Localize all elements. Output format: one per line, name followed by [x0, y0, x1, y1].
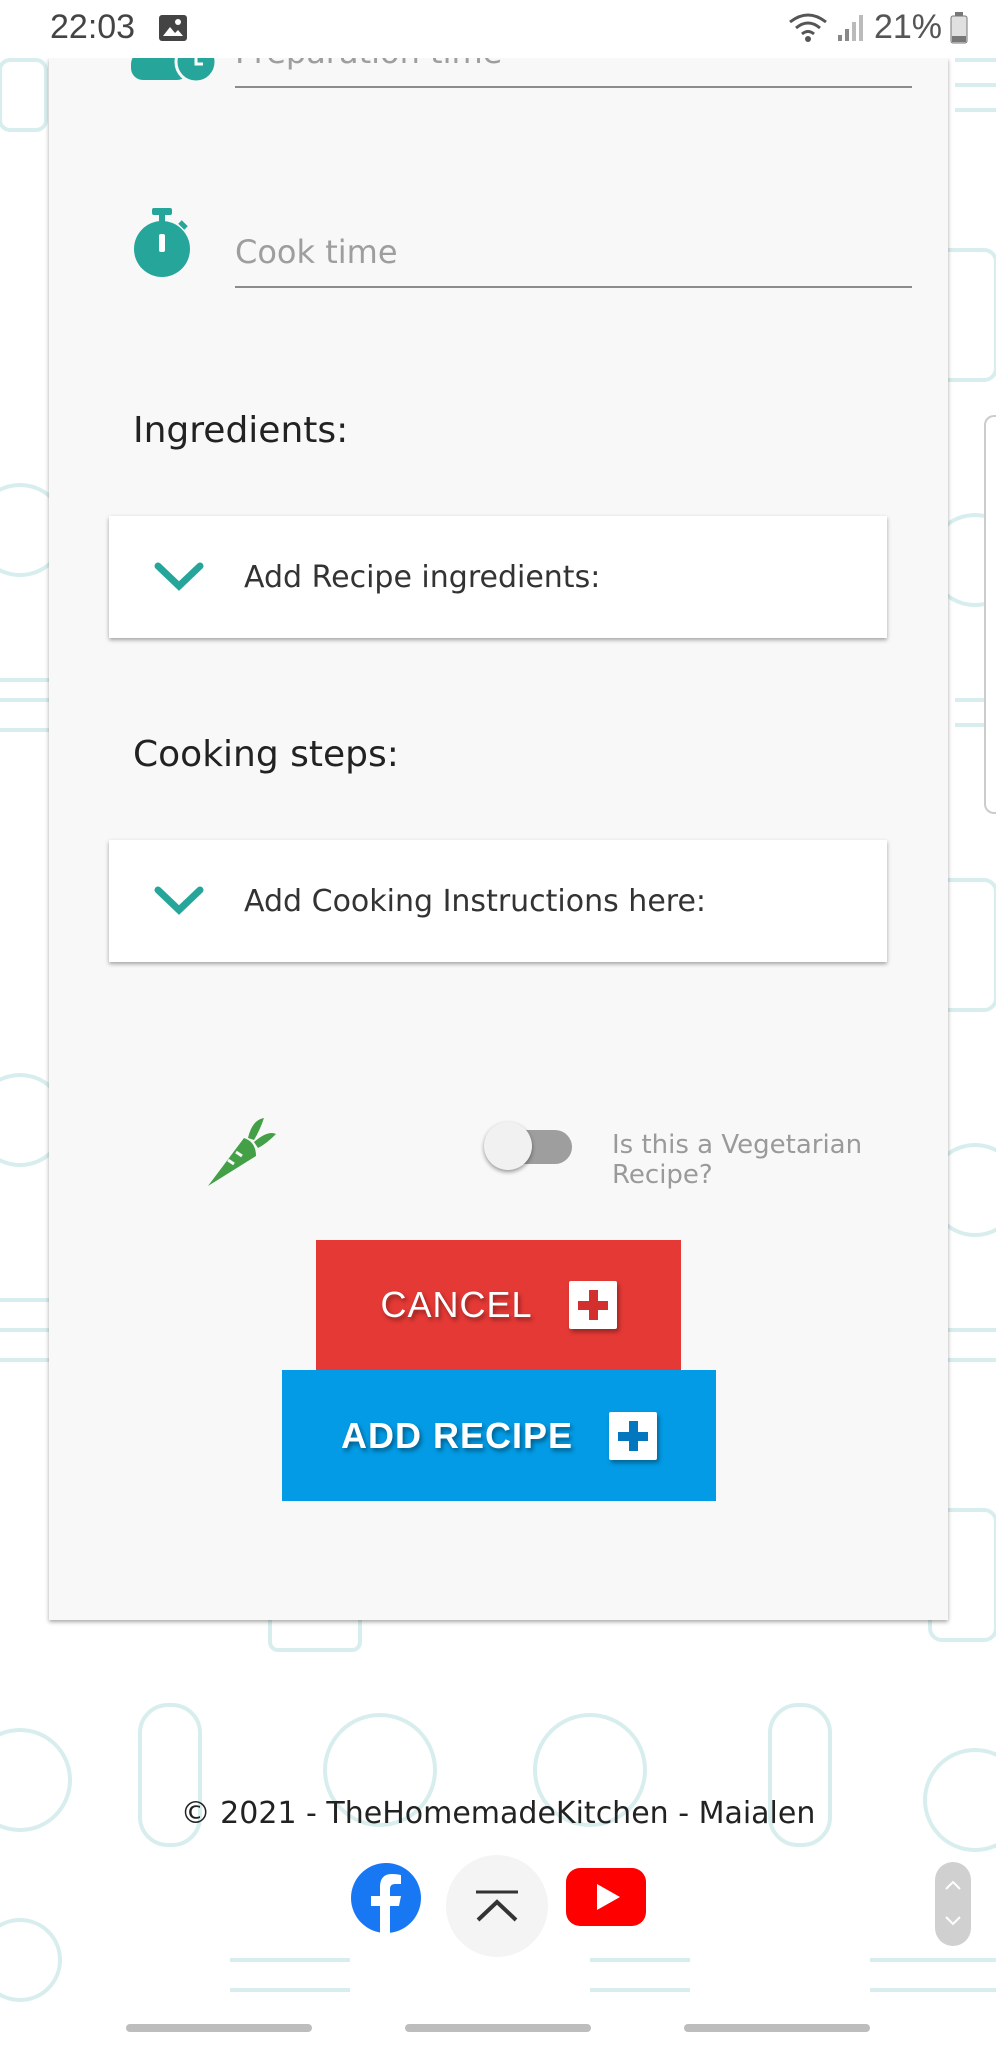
status-bar: 22:03 21% — [0, 0, 996, 58]
edge-panel-handle[interactable] — [984, 415, 996, 814]
ingredients-collapsible[interactable]: Add Recipe ingredients: — [109, 516, 887, 638]
cooking-steps-label: Cooking steps: — [133, 734, 399, 775]
battery-percent: 21% — [873, 8, 942, 46]
switch-knob — [484, 1122, 532, 1170]
cancel-button-label: CANCEL — [380, 1284, 533, 1325]
status-indicators: 21% — [788, 8, 968, 47]
plus-box-icon — [568, 1281, 617, 1329]
chevron-down-icon — [154, 562, 204, 591]
scroll-to-top-button[interactable] — [446, 1855, 548, 1957]
chevron-up-icon — [476, 1890, 518, 1922]
nav-recents-button[interactable] — [126, 2024, 312, 2032]
vegetarian-row: Is this a Vegetarian Recipe? — [204, 1098, 884, 1208]
cooking-steps-collapsible-label: Add Cooking Instructions here: — [244, 883, 707, 919]
nav-back-button[interactable] — [684, 2024, 870, 2032]
cancel-button[interactable]: CANCEL — [316, 1240, 681, 1370]
vegetarian-label: Is this a Vegetarian Recipe? — [612, 1130, 863, 1190]
signal-icon — [837, 14, 863, 41]
ingredients-label: Ingredients: — [133, 410, 349, 451]
youtube-icon[interactable] — [566, 1868, 646, 1926]
chevron-up-icon — [945, 1880, 961, 1890]
page-scroll-control[interactable] — [935, 1862, 971, 1946]
carrot-icon — [208, 1118, 276, 1186]
stopwatch-icon — [134, 208, 190, 277]
nav-home-button[interactable] — [405, 2024, 591, 2032]
gallery-icon — [159, 15, 187, 41]
chevron-down-icon — [154, 886, 204, 915]
chevron-down-icon — [945, 1916, 961, 1926]
facebook-icon[interactable] — [350, 1862, 422, 1934]
battery-icon — [950, 11, 968, 43]
add-recipe-card: Ingredients: Add Recipe ingredients: Coo… — [49, 28, 948, 1620]
cooking-steps-collapsible[interactable]: Add Cooking Instructions here: — [109, 840, 887, 962]
add-recipe-button[interactable]: ADD RECIPE — [282, 1370, 716, 1501]
plus-box-icon — [609, 1411, 658, 1460]
copyright-text: © 2021 - TheHomemadeKitchen - Maialen — [180, 1796, 816, 1831]
wifi-icon — [789, 13, 827, 42]
status-time: 22:03 — [50, 8, 136, 46]
add-recipe-button-label: ADD RECIPE — [340, 1414, 574, 1456]
vegetarian-switch[interactable] — [484, 1122, 572, 1170]
ingredients-collapsible-label: Add Recipe ingredients: — [244, 559, 601, 595]
cook-time-input[interactable] — [235, 228, 912, 288]
